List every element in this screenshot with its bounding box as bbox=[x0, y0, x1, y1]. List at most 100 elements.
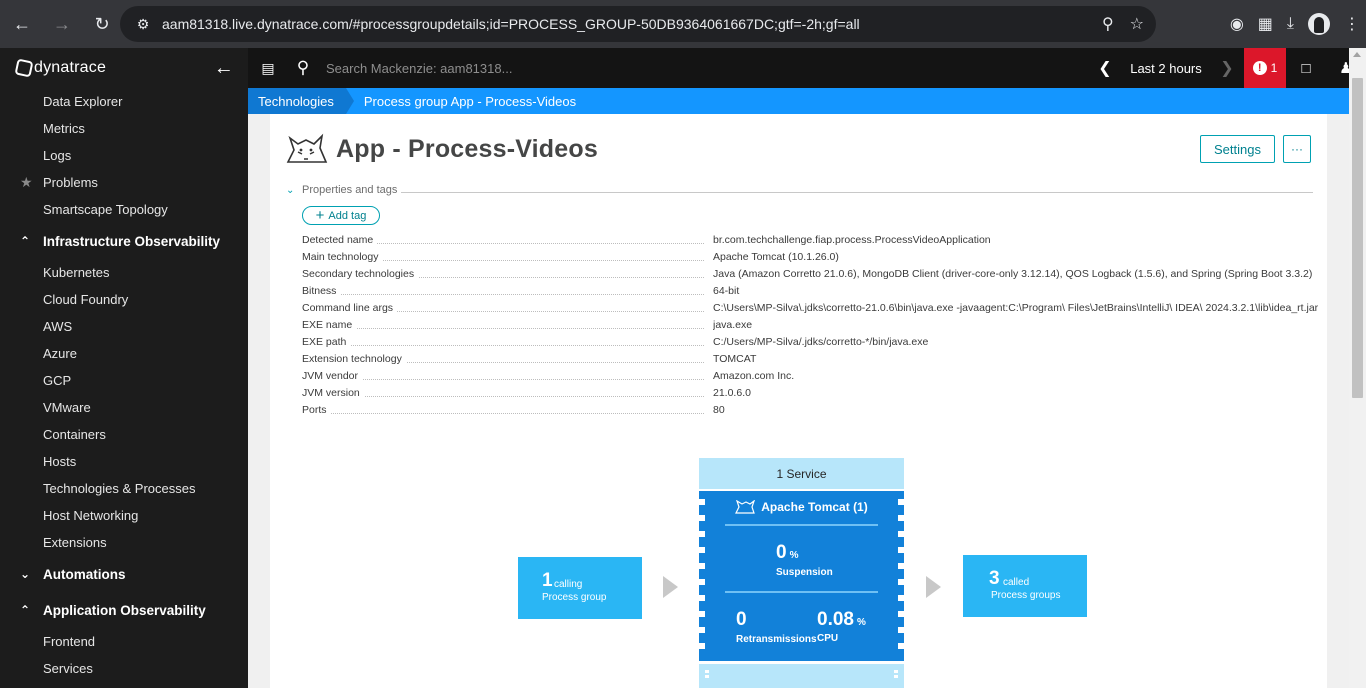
sidebar-section-infrastructure[interactable]: ⌃ Infrastructure Observability bbox=[0, 223, 248, 259]
incognito-icon[interactable]: ◉ bbox=[1230, 14, 1244, 34]
sidebar-item-gcp[interactable]: GCP bbox=[0, 367, 248, 394]
tomcat-icon bbox=[286, 133, 328, 163]
sidebar-item-label: Smartscape Topology bbox=[43, 202, 168, 217]
site-info-icon[interactable]: ⚙ bbox=[128, 16, 158, 33]
sidebar-item-host-networking[interactable]: Host Networking bbox=[0, 502, 248, 529]
problems-button[interactable]: ! 1 bbox=[1244, 48, 1286, 88]
properties-list: Detected name br.com.techchallenge.fiap.p… bbox=[302, 232, 1320, 419]
called-process-groups-box[interactable]: 3 called Process groups bbox=[963, 555, 1087, 617]
settings-button[interactable]: Settings bbox=[1200, 135, 1275, 163]
monitor-icon[interactable]: ▤ bbox=[248, 60, 288, 77]
dynatrace-logo[interactable]: dynatrace ← bbox=[0, 48, 248, 88]
divider bbox=[725, 524, 878, 526]
sidebar-section-automations[interactable]: ⌄ Automations bbox=[0, 556, 248, 592]
section-label: Application Observability bbox=[43, 602, 206, 618]
sidebar-item-cloud-foundry[interactable]: Cloud Foundry bbox=[0, 286, 248, 313]
search-input[interactable]: Search Mackenzie: aam81318... bbox=[326, 61, 512, 76]
sidebar-item-azure[interactable]: Azure bbox=[0, 340, 248, 367]
sidebar-item-frontend[interactable]: Frontend bbox=[0, 628, 248, 655]
sidebar-item-services[interactable]: Services bbox=[0, 655, 248, 682]
search-icon[interactable]: ⚲ bbox=[288, 58, 318, 78]
scroll-up-icon[interactable] bbox=[1353, 52, 1361, 57]
process-group-title-text: Apache Tomcat (1) bbox=[761, 500, 868, 514]
problem-alert-icon: ! bbox=[1252, 61, 1267, 75]
forward-icon[interactable]: → bbox=[44, 6, 80, 42]
sidebar-item-extensions[interactable]: Extensions bbox=[0, 529, 248, 556]
sidebar-item-hosts[interactable]: Hosts bbox=[0, 448, 248, 475]
property-value: Apache Tomcat (10.1.26.0) bbox=[713, 251, 839, 263]
calling-label: calling bbox=[554, 579, 583, 590]
extensions-icon[interactable]: ▦ bbox=[1258, 14, 1273, 34]
services-header[interactable]: 1 Service bbox=[699, 458, 904, 489]
properties-toggle[interactable]: ⌄ Properties and tags bbox=[286, 182, 1313, 198]
property-value: 64-bit bbox=[713, 285, 740, 297]
process-group-box[interactable]: Apache Tomcat (1) 0% Suspension 0 Retran… bbox=[699, 491, 904, 661]
property-value: C:/Users/MP-Silva/.jdks/corretto-*/bin/j… bbox=[713, 336, 929, 348]
menu-icon[interactable]: ⋮ bbox=[1344, 14, 1360, 34]
sidebar-item-smartscape[interactable]: Smartscape Topology bbox=[0, 196, 248, 223]
plus-icon: + bbox=[315, 206, 325, 224]
sidebar-item-label: Technologies & Processes bbox=[43, 481, 196, 496]
property-row: Secondary technologies Java (Amazon Corre… bbox=[302, 266, 1320, 283]
sidebar-item-data-explorer[interactable]: Data Explorer bbox=[0, 88, 248, 115]
profile-icon[interactable] bbox=[1308, 13, 1330, 35]
chat-icon[interactable]: □ bbox=[1286, 60, 1326, 77]
reload-icon[interactable]: ↻ bbox=[84, 6, 120, 42]
cpu-unit: % bbox=[856, 617, 866, 628]
hosts-footer[interactable] bbox=[699, 664, 904, 688]
called-sub-label: Process groups bbox=[991, 590, 1061, 601]
retransmissions-label: Retransmissions bbox=[736, 634, 817, 645]
timeframe-prev-icon[interactable]: ❮ bbox=[1088, 58, 1122, 78]
sidebar-item-problems[interactable]: ★ Problems bbox=[0, 169, 248, 196]
back-icon[interactable]: ← bbox=[4, 6, 40, 42]
property-key: Extension technology bbox=[302, 353, 406, 365]
property-row: Bitness 64-bit bbox=[302, 283, 1320, 300]
property-key: Ports bbox=[302, 404, 331, 416]
scrollbar-thumb[interactable] bbox=[1352, 78, 1363, 398]
teeth-left bbox=[699, 499, 705, 653]
property-row: JVM version 21.0.6.0 bbox=[302, 385, 1320, 402]
sidebar-item-vmware[interactable]: VMware bbox=[0, 394, 248, 421]
property-value: java.exe bbox=[713, 319, 753, 331]
sidebar-item-label: Cloud Foundry bbox=[43, 292, 129, 307]
cpu-value: 0.08 bbox=[817, 609, 854, 630]
divider bbox=[401, 191, 1313, 193]
timeframe-selector[interactable]: Last 2 hours bbox=[1122, 61, 1210, 76]
sidebar-item-aws[interactable]: AWS bbox=[0, 313, 248, 340]
address-bar[interactable]: ⚙ aam81318.live.dynatrace.com/#processgr… bbox=[120, 6, 1156, 42]
leader-dots bbox=[302, 328, 704, 329]
property-value: 21.0.6.0 bbox=[713, 387, 751, 399]
calling-count: 1 bbox=[542, 570, 553, 591]
more-button[interactable]: ··· bbox=[1283, 135, 1311, 163]
sidebar-item-technologies[interactable]: Technologies & Processes bbox=[0, 475, 248, 502]
star-icon[interactable]: ☆ bbox=[1130, 14, 1144, 34]
breadcrumb-current: Process group App - Process-Videos bbox=[363, 93, 577, 109]
chevron-up-icon: ⌃ bbox=[20, 234, 31, 248]
properties-label: Properties and tags bbox=[302, 184, 398, 196]
star-icon[interactable]: ★ bbox=[20, 174, 33, 191]
browser-toolbar: ← → ↻ ⚙ aam81318.live.dynatrace.com/#pro… bbox=[0, 0, 1366, 48]
cpu-metric: 0.08% bbox=[817, 609, 866, 631]
timeframe-next-icon[interactable]: ❯ bbox=[1210, 58, 1244, 78]
sidebar-item-label: Data Explorer bbox=[43, 94, 123, 109]
sidebar-item-kubernetes[interactable]: Kubernetes bbox=[0, 259, 248, 286]
collapse-arrow-icon[interactable]: ← bbox=[214, 57, 234, 80]
sidebar-item-label: GCP bbox=[43, 373, 72, 388]
breadcrumb-technologies[interactable]: Technologies bbox=[248, 88, 346, 114]
calling-process-group-box[interactable]: 1 calling Process group bbox=[518, 557, 642, 619]
url-text[interactable]: aam81318.live.dynatrace.com/#processgrou… bbox=[162, 16, 860, 32]
property-row: EXE path C:/Users/MP-Silva/.jdks/corretto… bbox=[302, 334, 1320, 351]
add-tag-button[interactable]: + Add tag bbox=[302, 206, 380, 225]
download-icon[interactable]: ⤓ bbox=[1287, 15, 1294, 33]
sidebar-item-containers[interactable]: Containers bbox=[0, 421, 248, 448]
property-row: Main technology Apache Tomcat (10.1.26.0) bbox=[302, 249, 1320, 266]
property-key: Bitness bbox=[302, 285, 341, 297]
sidebar-item-metrics[interactable]: Metrics bbox=[0, 115, 248, 142]
sidebar-item-logs[interactable]: Logs bbox=[0, 142, 248, 169]
page-scrollbar[interactable] bbox=[1349, 48, 1366, 688]
sidebar-section-application[interactable]: ⌃ Application Observability bbox=[0, 592, 248, 628]
property-key: Main technology bbox=[302, 251, 383, 263]
sidebar-item-label: Hosts bbox=[43, 454, 77, 469]
dynatrace-logo-mark bbox=[14, 58, 34, 78]
zoom-icon[interactable]: ⚲ bbox=[1102, 14, 1114, 34]
